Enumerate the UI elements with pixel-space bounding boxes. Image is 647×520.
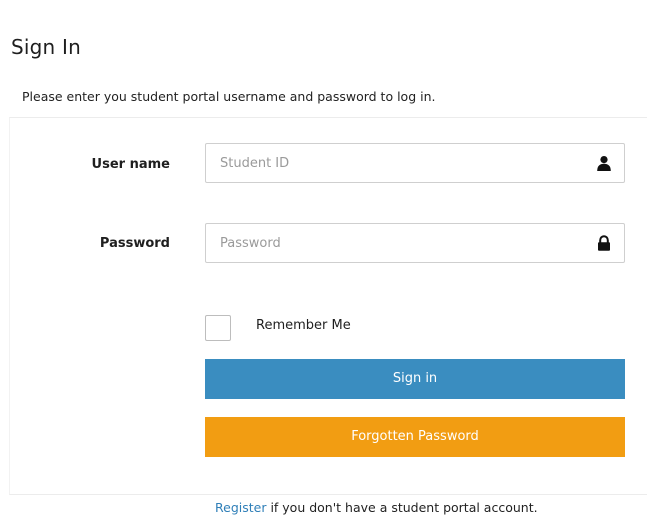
sign-in-page: Sign In Please enter you student portal … xyxy=(0,0,647,520)
remember-me-label: Remember Me xyxy=(256,318,351,333)
intro-text: Please enter you student portal username… xyxy=(22,89,436,104)
password-label: Password xyxy=(99,236,170,251)
sign-in-button[interactable]: Sign in xyxy=(205,359,625,399)
register-footer: Register if you don't have a student por… xyxy=(215,500,538,515)
forgotten-password-button[interactable]: Forgotten Password xyxy=(205,417,625,457)
page-title: Sign In xyxy=(11,35,81,59)
user-icon xyxy=(597,156,611,171)
remember-me-checkbox[interactable] xyxy=(205,315,231,341)
password-input[interactable] xyxy=(206,224,580,262)
username-input[interactable] xyxy=(206,144,580,182)
register-footer-text: if you don't have a student portal accou… xyxy=(266,500,538,515)
username-label: User name xyxy=(91,157,170,172)
lock-icon xyxy=(598,235,610,251)
username-field-wrapper xyxy=(205,143,625,183)
register-link[interactable]: Register xyxy=(215,500,266,515)
password-field-wrapper xyxy=(205,223,625,263)
